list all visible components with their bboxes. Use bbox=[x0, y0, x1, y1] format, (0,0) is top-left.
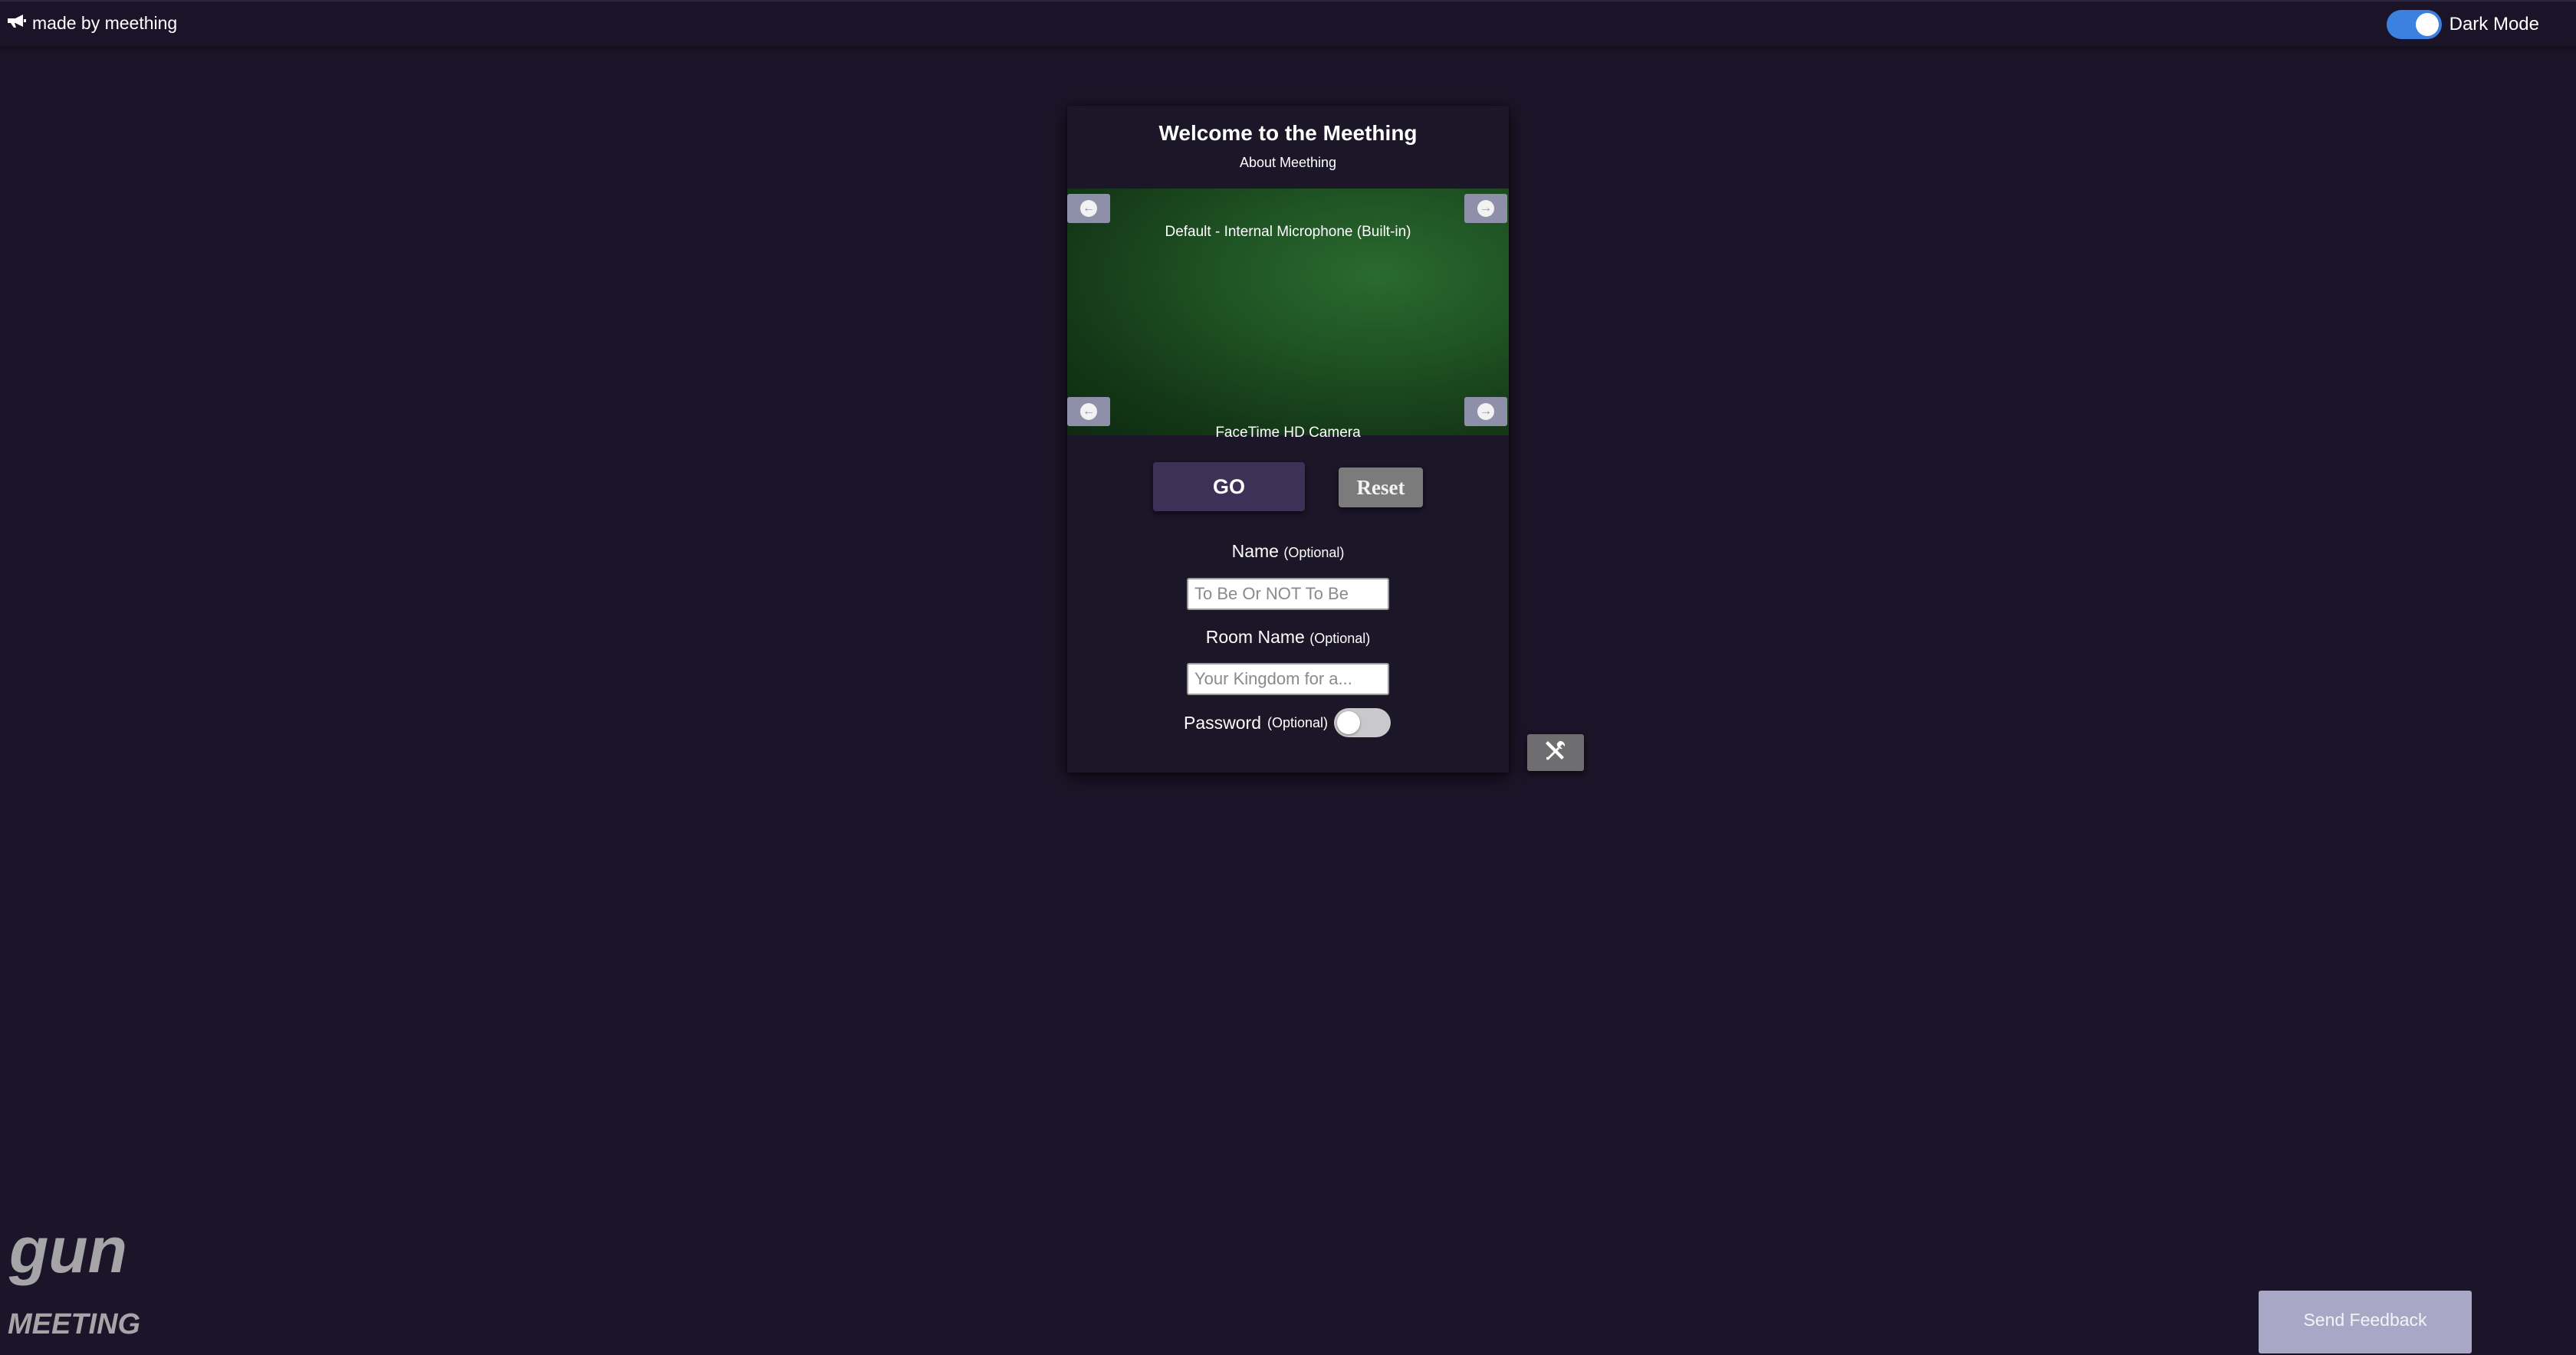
about-link[interactable]: About Meething bbox=[1067, 155, 1509, 171]
camera-label: FaceTime HD Camera bbox=[1215, 425, 1361, 441]
reset-button[interactable]: Reset bbox=[1339, 468, 1423, 507]
password-row: Password (Optional) bbox=[1184, 708, 1392, 737]
arrow-left-circle-icon: ← bbox=[1080, 403, 1097, 420]
megaphone-icon bbox=[6, 11, 26, 34]
mic-next-button[interactable]: → bbox=[1464, 194, 1507, 223]
name-input[interactable] bbox=[1187, 578, 1389, 610]
svg-text:gun: gun bbox=[8, 1217, 127, 1286]
mic-prev-button[interactable]: ← bbox=[1067, 194, 1110, 223]
toggle-knob bbox=[1337, 711, 1361, 734]
microphone-label: Default - Internal Microphone (Built-in) bbox=[1165, 224, 1411, 240]
room-name-input[interactable] bbox=[1187, 663, 1389, 695]
camera-prev-button[interactable]: ← bbox=[1067, 397, 1110, 426]
password-label: Password bbox=[1184, 712, 1261, 733]
gun-meeting-logo: gun MEETING bbox=[3, 1214, 141, 1340]
made-by-link[interactable]: made by meething bbox=[6, 11, 177, 34]
room-label: Room Name bbox=[1205, 627, 1305, 647]
password-optional-label: (Optional) bbox=[1267, 714, 1329, 730]
dark-mode-toggle[interactable] bbox=[2386, 10, 2442, 39]
password-toggle[interactable] bbox=[1334, 708, 1392, 737]
name-field-label: Name (Optional) bbox=[1067, 541, 1509, 562]
svg-text:MEETING: MEETING bbox=[8, 1308, 140, 1340]
room-field-label: Room Name (Optional) bbox=[1067, 627, 1509, 648]
name-optional-label: (Optional) bbox=[1283, 545, 1345, 560]
settings-tools-button[interactable] bbox=[1527, 734, 1584, 771]
camera-next-button[interactable]: → bbox=[1464, 397, 1507, 426]
go-button[interactable]: GO bbox=[1153, 462, 1305, 511]
top-bar: made by meething Dark Mode bbox=[0, 0, 2576, 46]
dark-mode-label: Dark Mode bbox=[2449, 14, 2539, 34]
arrow-right-circle-icon: → bbox=[1477, 200, 1494, 217]
tools-icon bbox=[1543, 738, 1569, 768]
name-label: Name bbox=[1231, 541, 1279, 561]
arrow-right-circle-icon: → bbox=[1477, 403, 1494, 420]
send-feedback-button[interactable]: Send Feedback bbox=[2259, 1291, 2472, 1353]
arrow-left-circle-icon: ← bbox=[1080, 200, 1097, 217]
dark-mode-control: Dark Mode bbox=[2386, 10, 2539, 39]
card-title: Welcome to the Meething bbox=[1158, 121, 1418, 145]
made-by-label: made by meething bbox=[32, 12, 178, 33]
toggle-knob bbox=[2415, 13, 2439, 36]
room-optional-label: (Optional) bbox=[1309, 631, 1371, 646]
